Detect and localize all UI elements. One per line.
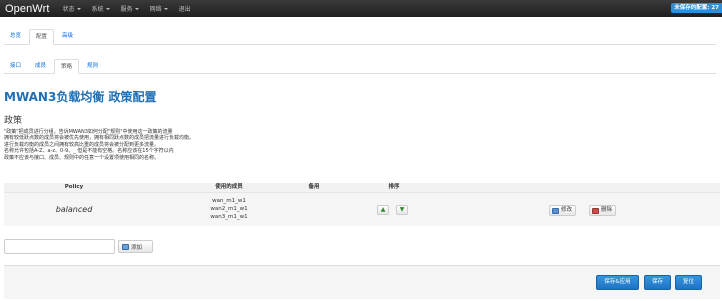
tab-configuration[interactable]: 配置 xyxy=(29,29,55,45)
unsaved-changes-badge[interactable]: 未保存的配置: 27 xyxy=(671,3,722,13)
description-line: 名称允许包括A-Z、a-z、0-9、_ 但是不能有空格。名称应该在15个字符以内 xyxy=(4,148,174,155)
save-button[interactable]: 保存 xyxy=(644,275,671,290)
tab-rules[interactable]: 规则 xyxy=(81,59,104,74)
tab-advanced[interactable]: 高级 xyxy=(56,29,79,45)
menu-status[interactable]: 状态 xyxy=(63,4,81,13)
save-apply-button[interactable]: 保存&应用 xyxy=(596,275,639,290)
reset-button[interactable]: 复位 xyxy=(675,275,702,290)
menu-system-label: 系统 xyxy=(91,6,104,13)
section-description: "政策"把成员进行分组，告诉MWAN3如何分配"规则"中使用这一政策的流量 拥有… xyxy=(4,129,194,161)
member-item: wan3_m1_w1 xyxy=(210,214,248,220)
chevron-down-icon xyxy=(134,8,139,10)
footer-actions: 保存&应用 保存 复位 xyxy=(4,265,720,299)
policy-table: Policy 使用的成员 备用 排序 balanced wan_m1_w1 wa… xyxy=(4,183,720,226)
new-policy-name-input[interactable] xyxy=(4,239,115,254)
add-icon xyxy=(122,243,129,250)
section-title: 政策 xyxy=(4,116,23,126)
main-tabs: 总览 配置 高级 xyxy=(4,29,716,45)
tab-members[interactable]: 成员 xyxy=(29,59,52,74)
arrow-down-icon: ▼ xyxy=(399,206,405,213)
add-label: 添加 xyxy=(131,244,143,251)
chevron-down-icon xyxy=(105,8,110,10)
main-menu: 状态 系统 服务 网络 退出 xyxy=(63,4,202,13)
description-line: 政策不应该与接口、成员、规则中的任意一个设置项使用相同的名称。 xyxy=(4,154,160,161)
move-down-button[interactable]: ▼ xyxy=(396,205,408,215)
menu-network-label: 网络 xyxy=(149,6,162,13)
menu-services[interactable]: 服务 xyxy=(121,4,139,13)
member-item: wan2_m1_w1 xyxy=(210,206,248,212)
arrow-up-icon: ▲ xyxy=(380,206,386,213)
edit-icon xyxy=(552,207,559,214)
policy-name: balanced xyxy=(55,205,93,214)
header-policy: Policy xyxy=(64,184,84,190)
edit-button[interactable]: 修改 xyxy=(549,205,577,216)
top-navbar: OpenWrt 状态 系统 服务 网络 退出 未保存的配置: 27 xyxy=(0,0,722,17)
delete-icon xyxy=(592,207,599,214)
page-title: MWAN3负载均衡 政策配置 xyxy=(4,90,157,104)
policy-members: wan_m1_w1 wan2_m1_w1 wan3_m1_w1 xyxy=(179,197,279,221)
delete-button[interactable]: 删除 xyxy=(589,205,617,216)
member-item: wan_m1_w1 xyxy=(212,198,246,204)
tab-policies[interactable]: 策略 xyxy=(54,59,80,74)
menu-system[interactable]: 系统 xyxy=(92,4,110,13)
move-up-button[interactable]: ▲ xyxy=(377,205,389,215)
delete-label: 删除 xyxy=(601,207,613,213)
menu-logout-label: 退出 xyxy=(178,6,191,13)
chevron-down-icon xyxy=(163,8,168,10)
header-sort: 排序 xyxy=(388,184,400,190)
table-row: balanced wan_m1_w1 wan2_m1_w1 wan3_m1_w1… xyxy=(4,192,720,226)
brand-logo[interactable]: OpenWrt xyxy=(5,3,50,15)
tab-interfaces[interactable]: 接口 xyxy=(4,59,27,74)
tab-overview[interactable]: 总览 xyxy=(4,29,27,45)
menu-network[interactable]: 网络 xyxy=(150,4,168,13)
header-members: 使用的成员 xyxy=(215,184,243,190)
table-header: Policy 使用的成员 备用 排序 xyxy=(4,183,720,192)
chevron-down-icon xyxy=(76,8,81,10)
header-backup: 备用 xyxy=(308,184,320,190)
edit-label: 修改 xyxy=(561,207,573,213)
description-line: 拥有较低跃点数的成员将会被优先使用，拥有相同跃点数的成员把流量进行负载均衡。 xyxy=(4,135,195,142)
menu-services-label: 服务 xyxy=(120,6,133,13)
add-button[interactable]: 添加 xyxy=(118,240,153,253)
menu-status-label: 状态 xyxy=(62,6,75,13)
menu-logout[interactable]: 退出 xyxy=(179,4,191,13)
sub-tabs: 接口 成员 策略 规则 xyxy=(4,59,716,74)
